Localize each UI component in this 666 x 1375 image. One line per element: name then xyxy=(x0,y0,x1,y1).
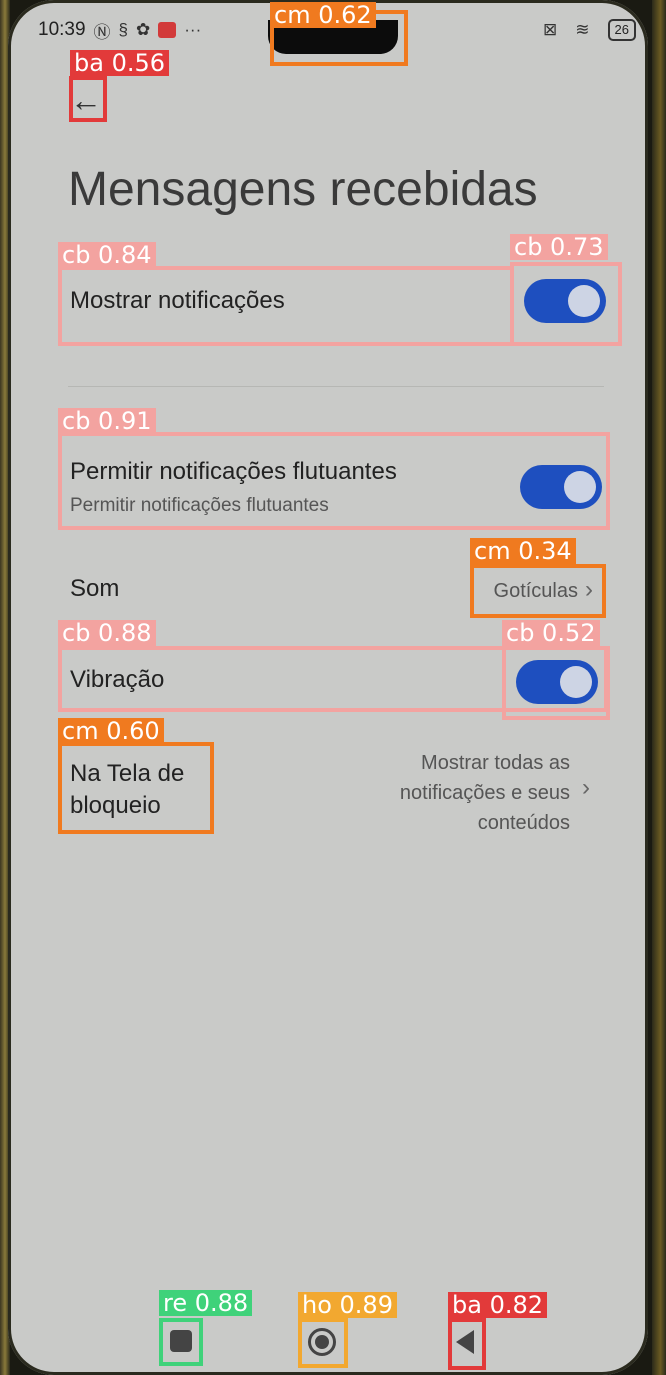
vibration-toggle-label: cb 0.52 xyxy=(502,620,600,646)
mail-icon xyxy=(158,22,177,38)
wifi-icon: ≋ xyxy=(575,20,590,39)
lock-screen-value-line1: Mostrar todas as xyxy=(421,752,570,774)
lock-screen-value-line2: notificações e seus xyxy=(399,782,570,804)
more-icon: ··· xyxy=(184,20,202,39)
home-detection-box xyxy=(298,1318,348,1368)
lock-screen-value[interactable]: Mostrar todas as notificações e seus con… xyxy=(330,748,570,838)
nav-back-detection-label: ba 0.82 xyxy=(448,1292,548,1318)
nav-back-detection-box xyxy=(448,1318,486,1370)
floating-row-label: cb 0.91 xyxy=(58,408,156,434)
nfc-icon: Ⓝ xyxy=(93,22,111,42)
back-detection-label: ba 0.56 xyxy=(70,50,170,76)
sim-off-icon: ⊠ xyxy=(543,20,558,39)
sound-detection-label: cm 0.34 xyxy=(470,538,576,564)
lock-screen-value-line3: conteúdos xyxy=(477,812,570,834)
sound-detection-box xyxy=(470,564,606,618)
show-notifications-toggle-box xyxy=(510,262,622,346)
lock-screen-detection-label: cm 0.60 xyxy=(58,718,164,744)
sound-label[interactable]: Som xyxy=(70,575,119,603)
back-detection-box xyxy=(69,76,107,122)
settings-icon: ✿ xyxy=(136,20,151,39)
home-detection-label: ho 0.89 xyxy=(298,1292,397,1318)
vibration-toggle-box xyxy=(502,646,610,720)
recents-detection-box xyxy=(159,1318,203,1366)
show-notifications-toggle-label: cb 0.73 xyxy=(510,234,608,260)
page-title: Mensagens recebidas xyxy=(68,163,538,216)
show-notifications-row-box xyxy=(58,266,514,346)
divider xyxy=(68,386,604,387)
lock-screen-detection-box xyxy=(58,742,214,834)
phone-right-edge xyxy=(652,0,666,1375)
sim-icon: § xyxy=(118,20,129,39)
battery-indicator: 26 xyxy=(607,19,636,41)
chevron-right-icon: › xyxy=(582,774,590,801)
show-notifications-row-label: cb 0.84 xyxy=(58,242,156,268)
notch-detection-label: cm 0.62 xyxy=(270,2,376,28)
floating-row-box xyxy=(58,432,610,530)
vibration-row-label: cb 0.88 xyxy=(58,620,156,646)
recents-detection-label: re 0.88 xyxy=(159,1290,253,1316)
status-time: 10:39 xyxy=(38,19,86,40)
